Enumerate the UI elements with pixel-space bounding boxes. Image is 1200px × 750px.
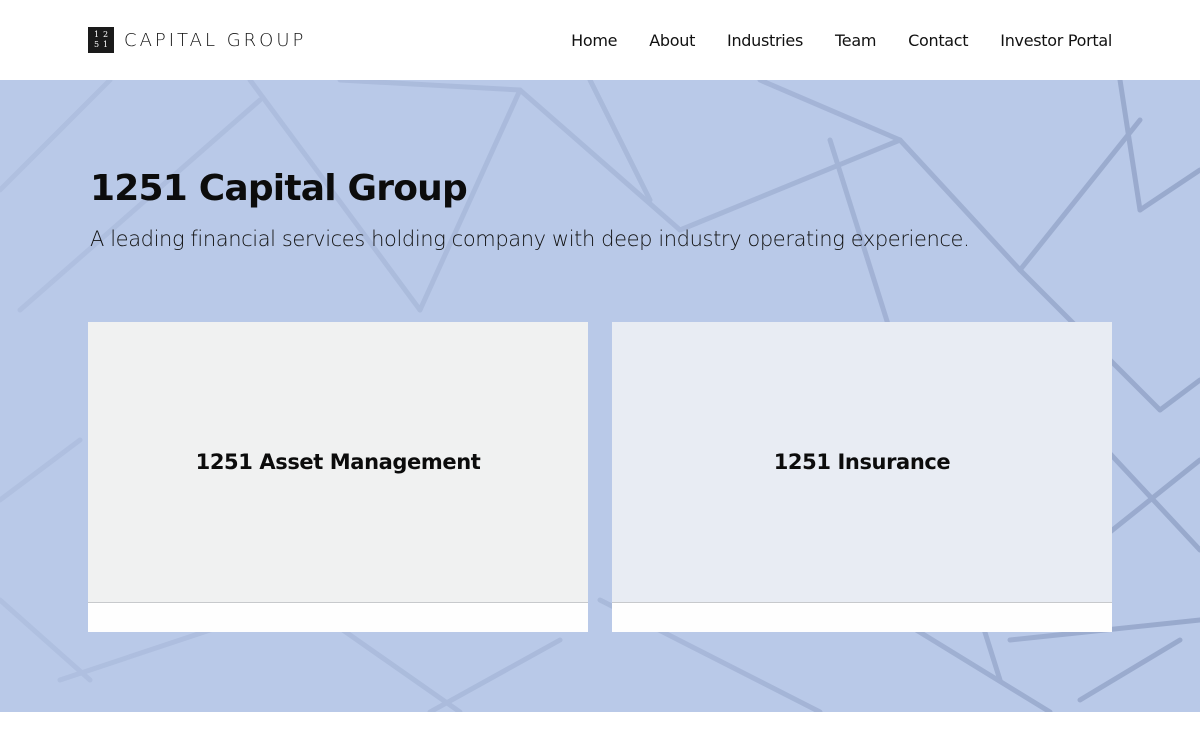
card-face: 1251 Insurance [612, 322, 1112, 603]
card-insurance[interactable]: 1251 Insurance [612, 322, 1112, 632]
card-footer [612, 604, 1112, 632]
card-label: 1251 Insurance [773, 450, 951, 474]
logo-mark: 1 2 5 1 [88, 27, 114, 53]
nav-home[interactable]: Home [571, 31, 617, 50]
page-bottom-area [0, 712, 1200, 750]
site-header: 1 2 5 1 CAPITAL GROUP Home About Industr… [0, 0, 1200, 80]
page-title: 1251 Capital Group [90, 168, 468, 209]
logo-digit: 5 [93, 40, 100, 49]
nav-team[interactable]: Team [835, 31, 876, 50]
card-face: 1251 Asset Management [88, 322, 588, 603]
nav-investor-portal[interactable]: Investor Portal [1000, 31, 1112, 50]
main-nav: Home About Industries Team Contact Inves… [571, 0, 1112, 80]
nav-contact[interactable]: Contact [908, 31, 968, 50]
nav-about[interactable]: About [649, 31, 695, 50]
logo-digit: 2 [102, 30, 109, 39]
hero-section: 1251 Capital Group A leading financial s… [0, 80, 1200, 712]
logo-digit: 1 [93, 30, 100, 39]
card-footer [88, 604, 588, 632]
logo-text: CAPITAL GROUP [124, 29, 307, 51]
card-label: 1251 Asset Management [195, 450, 481, 474]
card-asset-management[interactable]: 1251 Asset Management [88, 322, 588, 632]
logo-digit: 1 [102, 40, 109, 49]
logo-link[interactable]: 1 2 5 1 CAPITAL GROUP [88, 27, 306, 53]
nav-industries[interactable]: Industries [727, 31, 803, 50]
hero-subtitle: A leading financial services holding com… [90, 227, 970, 251]
